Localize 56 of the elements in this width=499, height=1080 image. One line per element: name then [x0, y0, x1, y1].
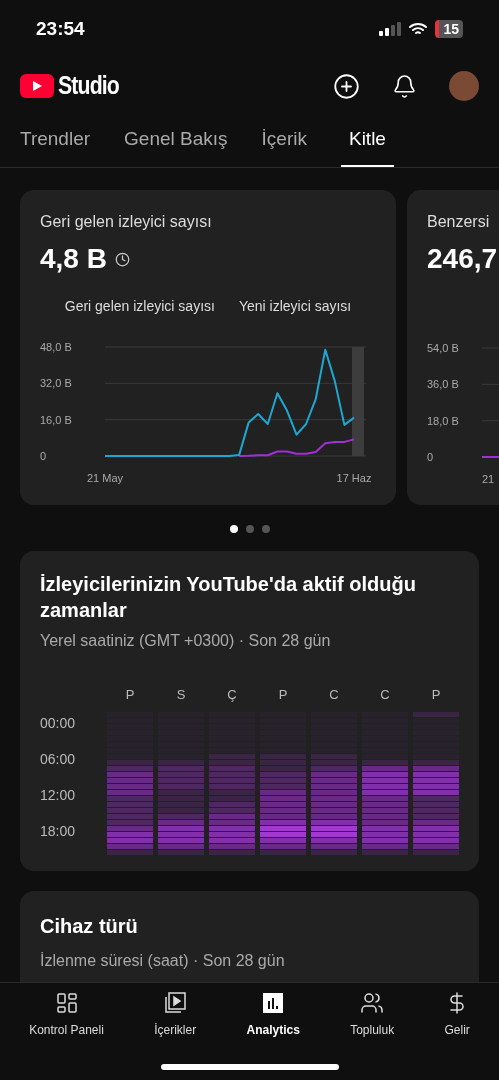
day-label: P [431, 686, 441, 704]
x-axis-label: 17 Haz [336, 472, 372, 484]
video-library-icon [163, 991, 188, 1015]
card-subtitle: İzlenme süresi (saat) · Son 28 gün [40, 951, 286, 971]
day-label: S [176, 686, 186, 704]
day-label: C [380, 686, 390, 704]
tab[interactable]: Trendler [20, 124, 91, 167]
card-subtitle: Yerel saatiniz (GMT +0300) · Son 28 gün [40, 631, 332, 651]
nav-item[interactable]: İçerikler [154, 991, 197, 1039]
hour-label: 06:00 [40, 750, 77, 769]
battery-indicator: 15 [435, 20, 463, 38]
hour-label: 18:00 [40, 822, 77, 841]
y-axis-label: 48,0 B [40, 341, 72, 353]
day-label: C [329, 686, 339, 704]
y-axis-label: 0 [40, 450, 47, 462]
y-axis-label: 0 [427, 451, 434, 463]
y-axis-label: 16,0 B [40, 413, 72, 426]
hour-label: 12:00 [40, 786, 77, 805]
series-line [481, 456, 499, 458]
signal-icon [379, 22, 402, 36]
y-axis-label: 32,0 B [40, 377, 72, 390]
day-label: P [125, 686, 135, 704]
dashboard-icon [54, 991, 79, 1015]
clock-icon[interactable] [114, 251, 130, 267]
metric-value: 246,7 [427, 242, 499, 276]
tab[interactable]: Kitle [340, 124, 394, 167]
bar-chart-icon [261, 991, 286, 1015]
card-title: İzleyicilerinizin YouTube'da aktif olduğu zamanlar [40, 572, 417, 623]
hour-label: 00:00 [40, 714, 77, 733]
y-axis-label: 18,0 B [427, 414, 459, 427]
day-label: P [278, 686, 288, 704]
tab[interactable]: Genel Bakış [124, 124, 228, 167]
tab[interactable]: İçerik [261, 124, 307, 167]
day-label: Ç [227, 686, 237, 704]
nav-item[interactable]: Analytics [246, 991, 300, 1039]
logo-text: Studio [58, 70, 119, 102]
card-title: Benzersi [427, 212, 491, 232]
wifi-icon [409, 22, 428, 36]
card-title: Geri gelen izleyici sayısı [40, 212, 213, 232]
status-time: 23:54 [36, 16, 85, 41]
y-axis-label: 54,0 B [427, 342, 459, 354]
legend-label[interactable]: Geri gelen izleyici sayısı [64, 296, 215, 317]
create-icon[interactable] [333, 72, 360, 100]
metric-value: 4,8 B [40, 242, 107, 276]
nav-item[interactable]: Kontrol Paneli [29, 991, 104, 1039]
nav-item[interactable]: Gelir [444, 991, 470, 1039]
notification-icon[interactable] [392, 73, 417, 99]
legend-label[interactable]: Yeni izleyici sayısı [238, 296, 352, 317]
avatar[interactable] [449, 71, 479, 101]
card-title: Cihaz türü [40, 914, 139, 939]
nav-item[interactable]: Topluluk [350, 991, 395, 1039]
people-icon [360, 991, 385, 1015]
y-axis-label: 36,0 B [427, 378, 459, 391]
x-axis-label: 21 May [86, 472, 124, 484]
play-logo-icon [20, 74, 54, 98]
x-axis-label: 21 [482, 473, 495, 485]
